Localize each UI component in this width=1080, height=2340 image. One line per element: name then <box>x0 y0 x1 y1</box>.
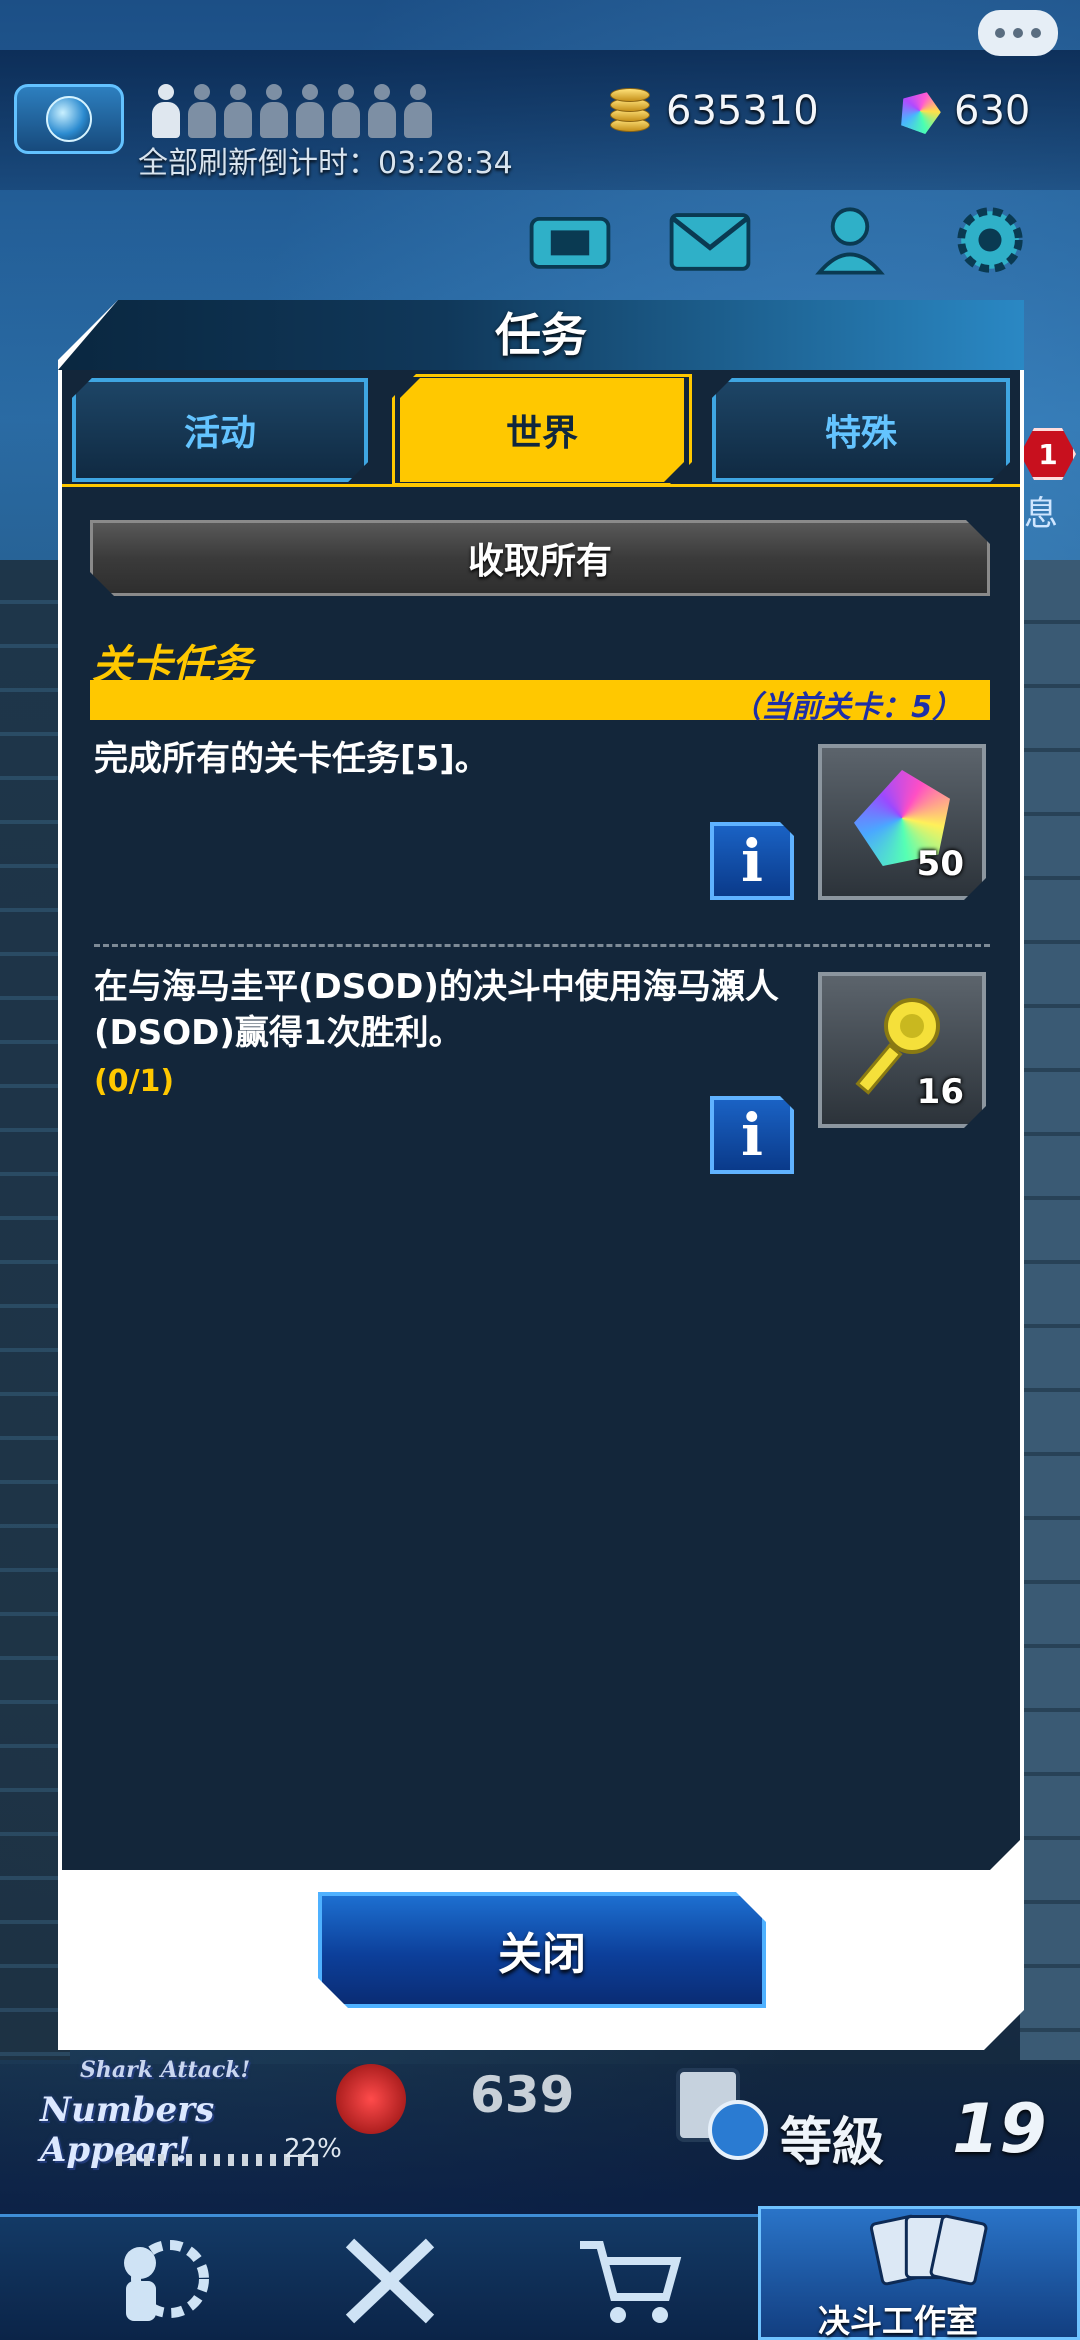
player-icon <box>366 84 398 140</box>
progress-percent: 22% <box>284 2134 342 2164</box>
mail-icon[interactable] <box>660 190 760 290</box>
gear-icon[interactable] <box>940 190 1040 290</box>
top-icon-row <box>520 190 1040 290</box>
duel-disk-icon[interactable] <box>520 190 620 290</box>
reward-count: 16 <box>916 1072 964 1112</box>
globe-button[interactable] <box>14 84 124 154</box>
tab-underline <box>62 484 1020 487</box>
profile-icon[interactable] <box>800 190 900 290</box>
nav-duel-world[interactable] <box>70 2218 250 2338</box>
deck-studio-label: 决斗工作室 <box>818 2302 979 2340</box>
player-slots <box>150 84 434 144</box>
player-icon <box>402 84 434 140</box>
section-bar: （当前关卡：5） <box>90 680 990 725</box>
player-icon <box>222 84 254 140</box>
side-label: 息 <box>1024 494 1058 534</box>
skull-icon <box>336 2064 406 2134</box>
player-icon <box>294 84 326 140</box>
chat-icon[interactable] <box>978 10 1058 56</box>
modal-title: 任务 <box>495 308 587 362</box>
tab-label: 活动 <box>183 413 256 454</box>
level-label: 等級 <box>780 2113 885 2173</box>
level-value: 19 <box>952 2090 1047 2169</box>
cards-icon <box>869 2214 988 2286</box>
player-icon <box>186 84 218 140</box>
reward-count: 50 <box>916 844 964 884</box>
event-subtitle: Shark Attack! <box>80 2057 251 2083</box>
info-button[interactable]: i <box>710 1096 794 1174</box>
globe-icon <box>46 96 92 142</box>
coin-counter: 635310 <box>610 88 819 134</box>
nav-shop[interactable] <box>540 2218 720 2338</box>
shopping-cart-icon <box>580 2241 682 2323</box>
stat-value: 639 <box>470 2066 575 2124</box>
reward-box[interactable]: 50 <box>818 744 986 900</box>
mission-progress: (0/1) <box>94 1064 175 1099</box>
gem-icon <box>894 85 945 136</box>
collect-all-button[interactable]: 收取所有 <box>90 520 990 596</box>
info-button[interactable]: i <box>710 822 794 900</box>
reward-box[interactable]: 16 <box>818 972 986 1128</box>
gem-counter: 630 <box>900 88 1030 134</box>
refresh-countdown: 全部刷新倒计时：03:28:34 <box>138 146 513 181</box>
mission-description: 完成所有的关卡任务[5]。 <box>94 739 489 779</box>
close-button[interactable]: 关闭 <box>318 1892 766 2008</box>
mission-description: 在与海马圭平(DSOD)的决斗中使用海马瀬人(DSOD)赢得1次胜利。 <box>94 967 779 1053</box>
coin-value: 635310 <box>666 88 819 134</box>
coin-icon <box>610 88 652 134</box>
gem-value: 630 <box>954 88 1031 134</box>
tab-special[interactable]: 特殊 <box>712 378 1010 482</box>
nav-pvp[interactable] <box>300 2218 480 2338</box>
tab-world[interactable]: 世界 <box>400 378 684 482</box>
duelist-gear-icon <box>124 2240 209 2321</box>
divider <box>94 944 990 947</box>
player-icon <box>258 84 290 140</box>
player-icon <box>330 84 362 140</box>
background-building-right <box>1020 560 1080 2060</box>
crossed-swords-icon <box>345 2238 435 2324</box>
tab-activity[interactable]: 活动 <box>72 378 368 482</box>
level-icon <box>676 2068 768 2160</box>
current-stage-label: （当前关卡：5） <box>731 690 962 725</box>
player-icon <box>150 84 182 140</box>
tab-label: 世界 <box>505 413 578 454</box>
tab-label: 特殊 <box>824 413 897 454</box>
